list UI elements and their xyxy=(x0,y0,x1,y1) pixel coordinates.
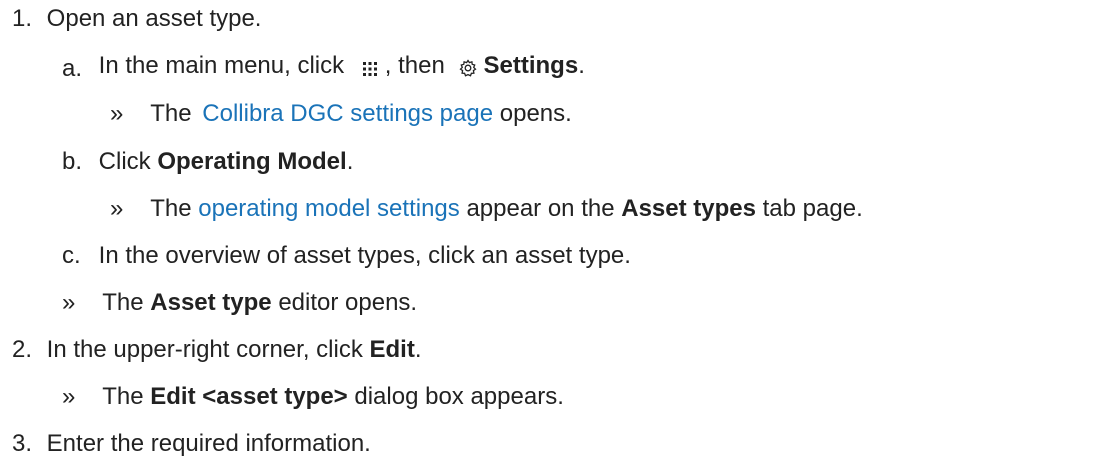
apps-grid-icon xyxy=(359,53,381,76)
asset-types-label: Asset types xyxy=(621,195,756,222)
substep-1c: c. In the overview of asset types, click… xyxy=(62,237,631,275)
result-text-2: appear on the xyxy=(466,195,615,222)
substep-number: a. xyxy=(62,55,83,82)
result-arrow: » xyxy=(62,289,76,316)
operating-model-settings-link[interactable]: operating model settings xyxy=(198,195,460,222)
step-text: Open an asset type. xyxy=(46,5,262,32)
step-3: 3. Enter the required information. xyxy=(12,425,371,463)
step-1-result: » The Asset type editor opens. xyxy=(62,284,417,322)
period: . xyxy=(414,336,422,363)
step-2-result: » The Edit <asset type> dialog box appea… xyxy=(62,378,564,416)
result-arrow: » xyxy=(110,195,124,222)
step-number: 1. xyxy=(12,5,33,32)
substep-text-2: , then xyxy=(384,52,445,79)
result-text: The xyxy=(102,289,144,316)
substep-number: c. xyxy=(62,242,81,269)
result-text-2: editor opens. xyxy=(278,289,418,316)
operating-model-label: Operating Model xyxy=(157,148,347,175)
result-arrow: » xyxy=(62,383,76,410)
step-1: 1. Open an asset type. xyxy=(12,0,261,38)
period: . xyxy=(578,52,585,79)
gear-icon xyxy=(458,52,478,77)
substep-1a: a. In the main menu, click , then Settin… xyxy=(62,47,585,85)
substep-text: Click xyxy=(98,148,151,175)
result-text: The xyxy=(150,100,192,127)
settings-label: Settings xyxy=(483,52,579,79)
substep-1a-result: » The Collibra DGC settings page opens. xyxy=(110,95,572,133)
result-text-2: opens. xyxy=(499,100,572,127)
result-text: The xyxy=(150,195,192,222)
result-text-3: tab page. xyxy=(762,195,863,222)
result-text: The xyxy=(102,383,144,410)
result-text-2: dialog box appears. xyxy=(354,383,564,410)
step-number: 3. xyxy=(12,430,33,457)
substep-text: In the main menu, click xyxy=(98,52,345,79)
period: . xyxy=(346,148,354,175)
edit-label: Edit xyxy=(369,336,415,363)
step-number: 2. xyxy=(12,336,33,363)
substep-text: In the overview of asset types, click an… xyxy=(98,242,631,269)
edit-asset-type-label: Edit <asset type> xyxy=(150,383,348,410)
result-arrow: » xyxy=(110,100,124,127)
substep-1b: b. Click Operating Model. xyxy=(62,143,353,181)
step-text: In the upper-right corner, click xyxy=(46,336,363,363)
substep-1b-result: » The operating model settings appear on… xyxy=(110,190,863,228)
asset-type-label: Asset type xyxy=(150,289,272,316)
settings-page-link[interactable]: Collibra DGC settings page xyxy=(202,100,493,127)
step-text: Enter the required information. xyxy=(46,430,371,457)
procedure-steps: 1. Open an asset type. a. In the main me… xyxy=(0,0,1104,464)
substep-number: b. xyxy=(62,148,83,175)
step-2: 2. In the upper-right corner, click Edit… xyxy=(12,331,422,369)
